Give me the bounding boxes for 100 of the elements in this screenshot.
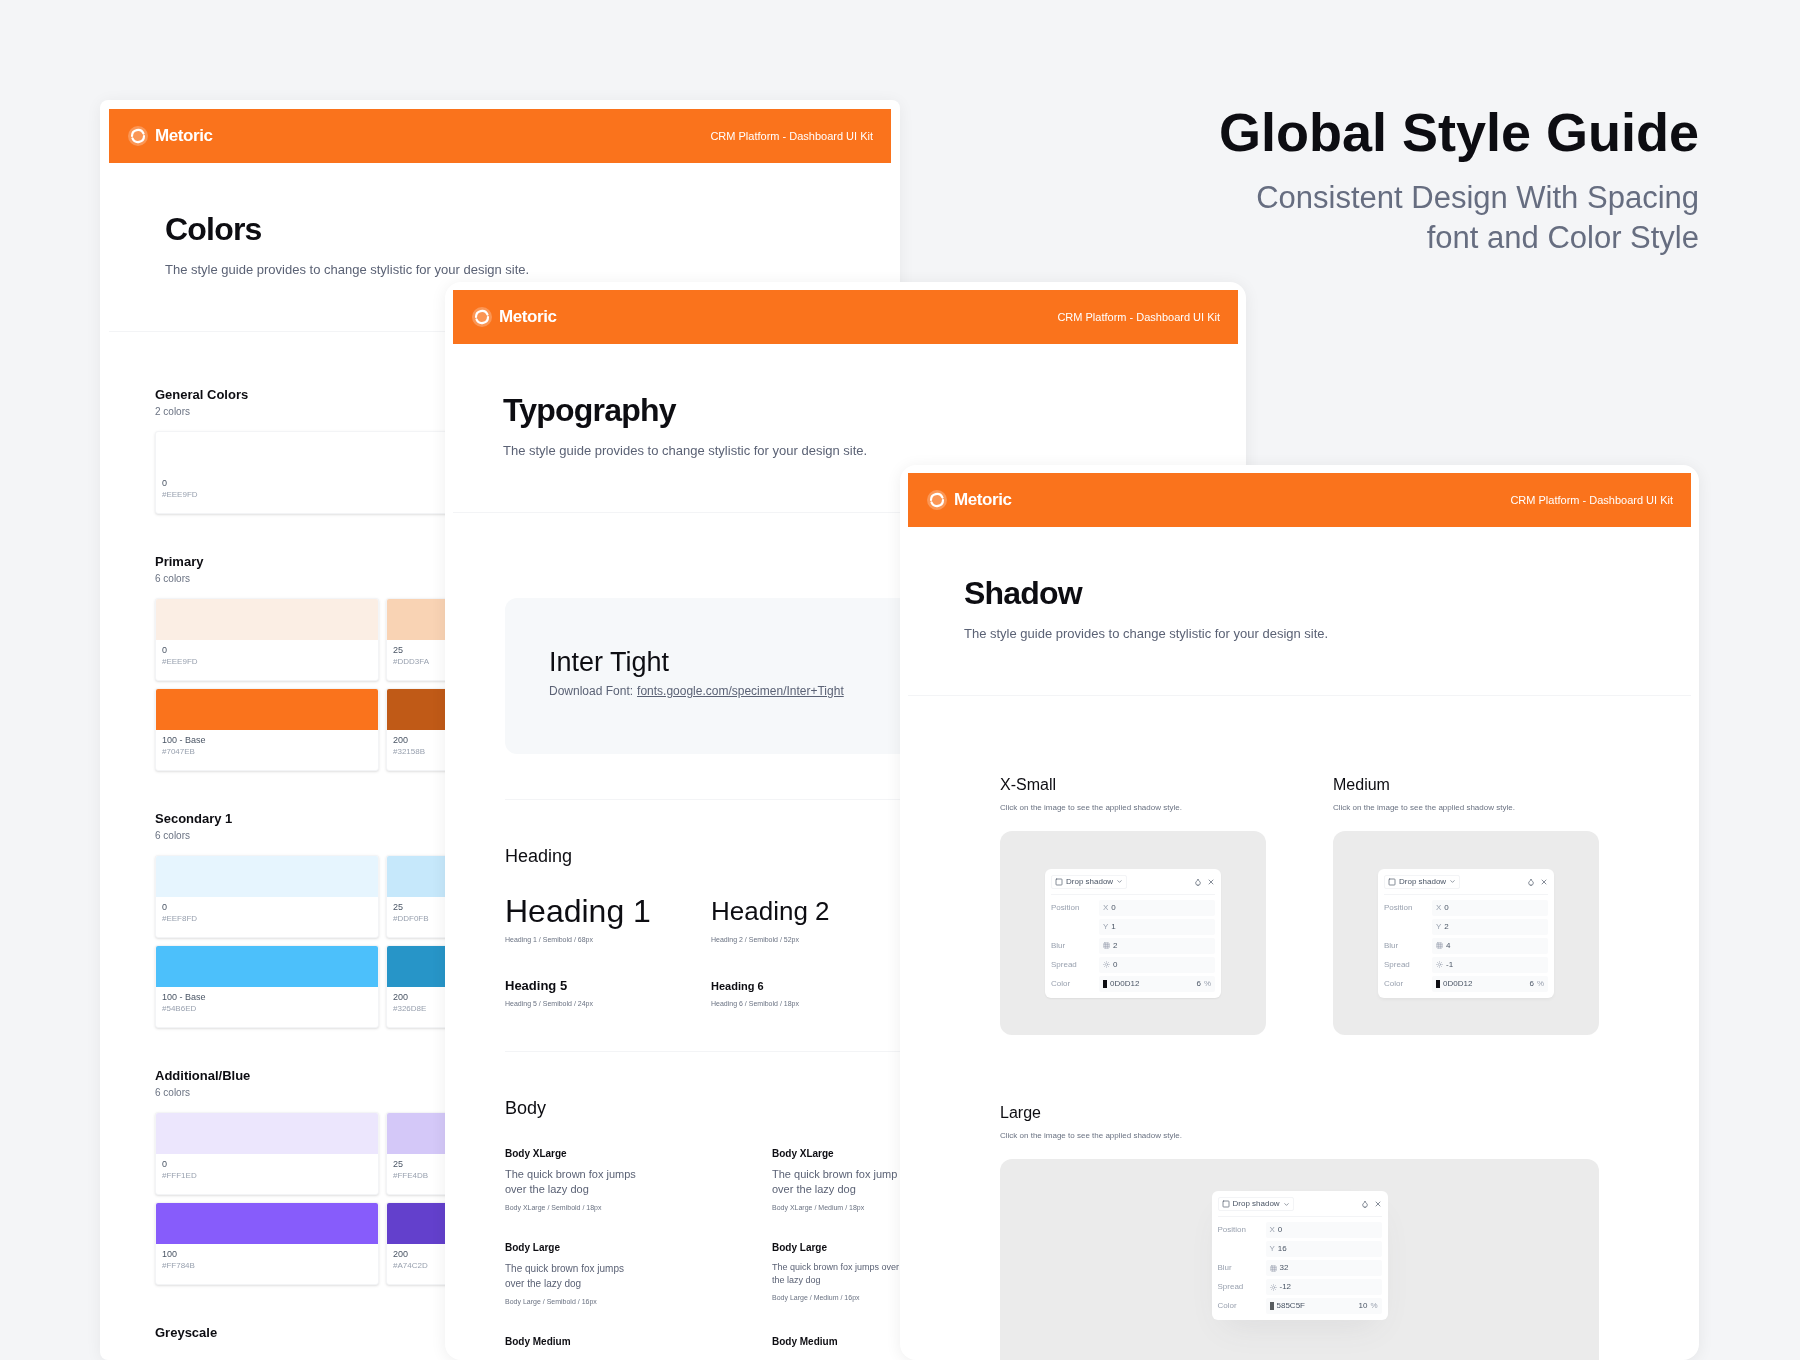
grid-icon [1269,1264,1277,1272]
swatch-name: 0 [162,901,168,913]
value-field[interactable]: -12 [1265,1279,1382,1295]
field-value: 585C5F [1276,1301,1305,1311]
checkbox-icon [1388,877,1396,886]
axis-label: X [1103,902,1109,913]
field-value: 1 [1111,921,1116,932]
droplet-icon[interactable] [1360,1200,1369,1208]
caret-icon [1116,878,1124,885]
axis-label: Y [1103,921,1109,932]
group-title: Primary [155,554,205,570]
field-label: Color [1051,978,1071,988]
shadow-style-title: Large [1000,1103,1042,1123]
field-label: Blur [1217,1263,1232,1272]
field-label: Position [1051,902,1080,912]
page-title: Shadow [964,574,1084,613]
field-label: Spread [1051,959,1077,969]
field-label: Position [1384,902,1413,912]
value-field[interactable]: Y 16 [1265,1241,1382,1257]
swatch-hex: #7047EB [162,746,196,757]
close-icon[interactable] [1207,877,1215,886]
page-description: The style guide provides to change stylistic for your design site. [964,625,1330,643]
body-sample-name: Body Large [505,1241,561,1255]
heading-sample: Heading 6 [711,979,765,994]
swatch-hex: #EEF8FD [162,913,199,924]
value-field[interactable]: X 0 [1099,899,1215,916]
body-sample-name: Body Large [772,1241,828,1255]
value-field[interactable]: X 0 [1432,899,1548,916]
body-sample-name: Body XLarge [505,1147,568,1161]
swatch-name: 100 [162,1248,179,1260]
logo-icon [127,125,149,147]
sun-icon [1269,1283,1277,1291]
value-field[interactable]: -1 [1432,956,1548,973]
group-count: 2 colors [155,406,191,418]
field-value: 16 [1277,1244,1287,1254]
page-description: The style guide provides to change stylistic for your design site. [503,442,869,460]
drop-shadow-dropdown[interactable]: Drop shadow [1051,874,1128,889]
shadow-style-hint: Click on the image to see the applied shadow style. [1333,803,1516,813]
shadow-preview[interactable]: Drop shadow Position X 0 Y 16 Blur 32 Spread -12 Color 585C5F 10 % [1000,1159,1599,1360]
swatch-name: 25 [393,644,404,656]
field-value: 4 [1446,940,1451,951]
drop-shadow-dropdown[interactable]: Drop shadow [1217,1197,1294,1211]
swatch-name: 200 [393,991,410,1003]
color-sample [1103,979,1107,988]
value-field[interactable]: 585C5F 10 % [1265,1298,1382,1314]
field-value: 0 [1113,959,1118,970]
opacity-value: 10 [1358,1301,1368,1311]
axis-label: X [1269,1225,1275,1235]
percent-sign: % [1536,978,1544,989]
group-title: Secondary 1 [155,811,234,827]
percent-sign: % [1203,978,1211,989]
swatch-name: 25 [393,1158,404,1170]
grid-icon [1103,942,1110,949]
heading-sample: Heading 5 [505,977,569,995]
field-value: 0 [1277,1225,1283,1235]
shadow-style-title: Medium [1333,775,1391,795]
header-subtitle: CRM Platform - Dashboard UI Kit [1057,309,1220,325]
caret-icon [1449,878,1457,885]
close-icon[interactable] [1540,877,1548,886]
shadow-style-hint: Click on the image to see the applied shadow style. [1000,1131,1183,1141]
swatch-name: 25 [393,901,404,913]
page-description: The style guide provides to change stylistic for your design site. [165,261,531,279]
value-field[interactable]: 32 [1265,1260,1382,1276]
value-field[interactable]: 0D0D12 6 % [1099,975,1215,992]
download-label: Download Font: [549,683,634,699]
hero-subtitle: Consistent Design With Spacing font and Color Style [1256,179,1699,257]
shadow-preview[interactable]: Drop shadow Position X 0 Y 1 Blur 2 Spread 0 Color 0D0D12 6 % [1000,831,1266,1035]
sun-icon [1103,961,1110,968]
drop-shadow-dropdown[interactable]: Drop shadow [1384,874,1461,889]
swatch-name: 100 - Base [162,991,207,1003]
swatch-name: 100 - Base [162,734,207,746]
value-field[interactable]: X 0 [1265,1222,1382,1238]
brand-name: Metoric [499,306,557,329]
checkbox-icon [1221,1200,1230,1208]
group-title: Additional/Blue [155,1068,252,1084]
color-sample [1269,1302,1274,1310]
droplet-icon[interactable] [1194,877,1202,886]
shadow-preview[interactable]: Drop shadow Position X 0 Y 2 Blur 4 Spread -1 Color 0D0D12 6 % [1333,831,1599,1035]
font-link[interactable]: fonts.google.com/specimen/Inter+Tight [637,683,844,699]
droplet-icon[interactable] [1527,877,1535,886]
value-field[interactable]: Y 2 [1432,918,1548,935]
value-field[interactable]: Y 1 [1099,918,1215,935]
close-icon[interactable] [1373,1200,1382,1208]
value-field[interactable]: 4 [1432,937,1548,954]
field-label: Blur [1051,940,1066,950]
brand-name: Metoric [155,125,213,148]
value-field[interactable]: 0 [1099,956,1215,973]
opacity-value: 6 [1529,978,1534,989]
checkbox-icon [1055,877,1063,886]
field-label: Spread [1384,959,1410,969]
group-count: 6 colors [155,573,191,585]
swatch-name: 0 [162,644,168,656]
field-value: 0D0D12 [1110,978,1140,989]
field-value: -12 [1279,1282,1292,1292]
font-name: Inter Tight [549,646,671,679]
value-field[interactable]: 0D0D12 6 % [1432,975,1548,992]
swatch-hex: #FFF1ED [162,1170,198,1181]
field-value: -1 [1446,959,1454,970]
body-sample-text: The quick brown fox jumps over the lazy dog [772,1261,900,1287]
value-field[interactable]: 2 [1099,937,1215,954]
